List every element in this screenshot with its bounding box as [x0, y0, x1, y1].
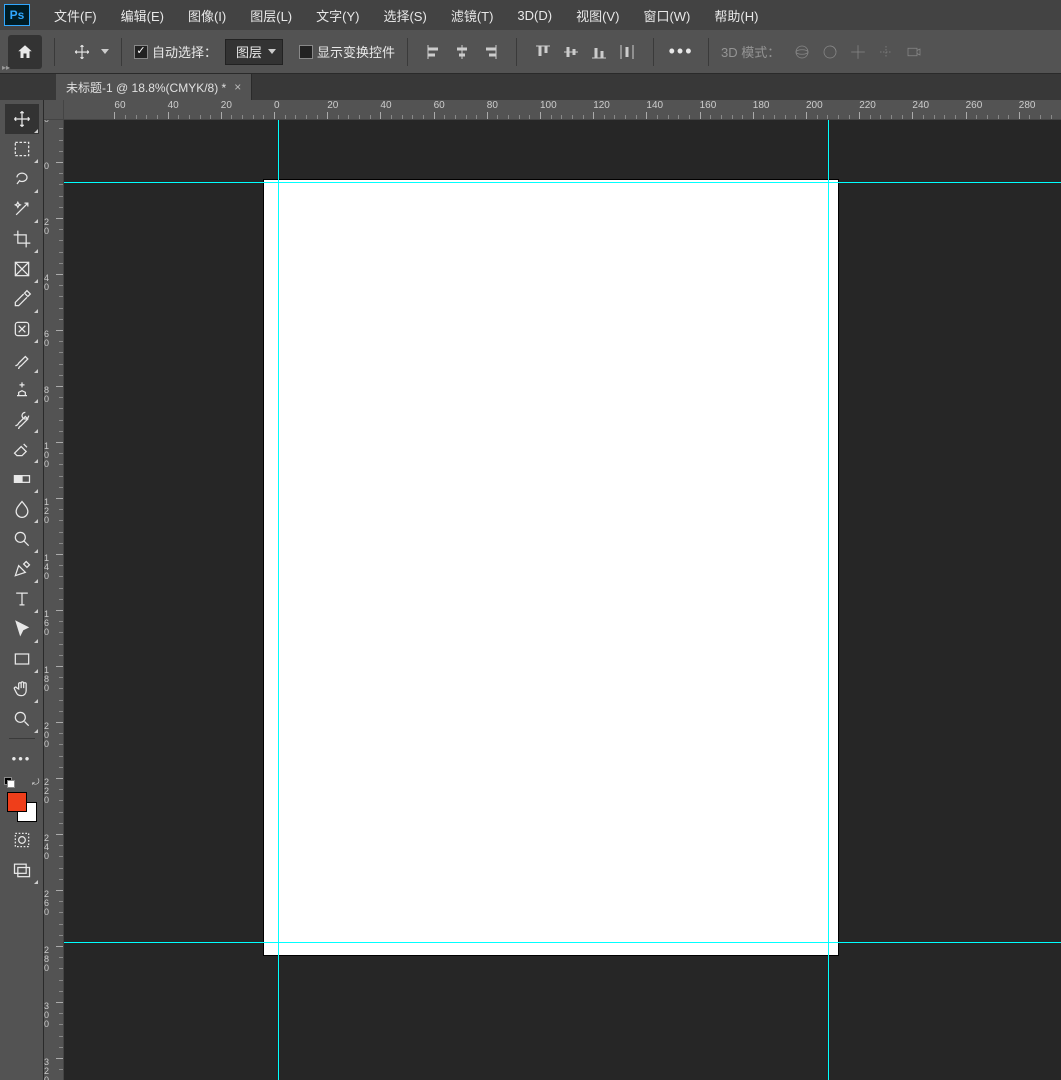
- move-tool-preset[interactable]: [67, 37, 97, 67]
- dodge-tool[interactable]: [5, 524, 39, 554]
- options-bar: 自动选择： 图层 显示变换控件 ••• 3D 模式：: [0, 30, 1061, 74]
- align-bottom-button[interactable]: [585, 38, 613, 66]
- align-vcenter-button[interactable]: [557, 38, 585, 66]
- guide-vertical[interactable]: [278, 120, 279, 1080]
- orbit-3d-button[interactable]: [788, 38, 816, 66]
- menu-item[interactable]: 文件(F): [42, 2, 109, 29]
- show-transform-check[interactable]: 显示变换控件: [299, 42, 395, 61]
- toolbox: ••• ⤾: [0, 100, 44, 1080]
- canvas-viewport[interactable]: [64, 120, 1061, 1080]
- guide-horizontal[interactable]: [64, 182, 1061, 183]
- divider: [9, 738, 35, 739]
- brush-tool[interactable]: [5, 344, 39, 374]
- menu-item[interactable]: 文字(Y): [304, 2, 371, 29]
- roll-3d-button[interactable]: [816, 38, 844, 66]
- artboard[interactable]: [264, 180, 838, 955]
- document-tab-title: 未标题-1 @ 18.8%(CMYK/8) *: [66, 79, 226, 96]
- guide-vertical[interactable]: [828, 120, 829, 1080]
- auto-select-check[interactable]: 自动选择：: [134, 42, 217, 61]
- move-tool[interactable]: [5, 104, 39, 134]
- auto-select-label: 自动选择：: [152, 42, 217, 61]
- document-tab[interactable]: 未标题-1 @ 18.8%(CMYK/8) * ×: [56, 74, 252, 100]
- crop-tool[interactable]: [5, 224, 39, 254]
- swap-colors-button[interactable]: ⤾: [32, 777, 40, 788]
- distribute-button[interactable]: [613, 38, 641, 66]
- healing-brush-tool[interactable]: [5, 314, 39, 344]
- guide-horizontal[interactable]: [64, 942, 1061, 943]
- marquee-tool[interactable]: [5, 134, 39, 164]
- show-transform-label: 显示变换控件: [317, 42, 395, 61]
- align-top-button[interactable]: [529, 38, 557, 66]
- menu-item[interactable]: 帮助(H): [702, 2, 770, 29]
- gradient-tool[interactable]: [5, 464, 39, 494]
- menu-item[interactable]: 图层(L): [238, 2, 304, 29]
- magic-wand-tool[interactable]: [5, 194, 39, 224]
- checkbox-icon: [134, 45, 148, 59]
- align-hcenter-button[interactable]: [448, 38, 476, 66]
- divider: [653, 38, 654, 66]
- slide-3d-button[interactable]: [872, 38, 900, 66]
- screen-mode-button[interactable]: [5, 855, 39, 885]
- divider: [708, 38, 709, 66]
- vertical-ruler[interactable]: 2002040608010012014016018020022024026028…: [44, 120, 64, 1080]
- eyedropper-tool[interactable]: [5, 284, 39, 314]
- ruler-origin[interactable]: [44, 100, 64, 120]
- divider: [516, 38, 517, 66]
- checkbox-icon: [299, 45, 313, 59]
- divider: [407, 38, 408, 66]
- menu-item[interactable]: 滤镜(T): [439, 2, 506, 29]
- menubar: Ps 文件(F)编辑(E)图像(I)图层(L)文字(Y)选择(S)滤镜(T)3D…: [0, 0, 1061, 30]
- quick-mask-button[interactable]: [5, 825, 39, 855]
- pan-3d-button[interactable]: [844, 38, 872, 66]
- home-button[interactable]: [8, 35, 42, 69]
- menu-item[interactable]: 编辑(E): [109, 2, 176, 29]
- chevron-down-icon: [268, 49, 276, 54]
- 3d-mode-label: 3D 模式：: [721, 42, 780, 61]
- close-icon[interactable]: ×: [234, 80, 241, 94]
- app-logo[interactable]: Ps: [4, 4, 30, 26]
- default-colors-button[interactable]: [4, 777, 16, 787]
- menu-item[interactable]: 3D(D): [505, 4, 564, 27]
- eraser-tool[interactable]: [5, 434, 39, 464]
- clone-stamp-tool[interactable]: [5, 374, 39, 404]
- menu-item[interactable]: 选择(S): [371, 2, 438, 29]
- document-tabbar: ▸▸ 未标题-1 @ 18.8%(CMYK/8) * ×: [0, 74, 1061, 100]
- color-swatch[interactable]: [6, 791, 38, 823]
- horizontal-ruler[interactable]: 6040200204060801001201401601802002202402…: [64, 100, 1061, 120]
- edit-toolbar-button[interactable]: •••: [5, 743, 39, 773]
- align-left-button[interactable]: [420, 38, 448, 66]
- history-brush-tool[interactable]: [5, 404, 39, 434]
- blur-tool[interactable]: [5, 494, 39, 524]
- align-group-edges: [420, 38, 504, 66]
- lasso-tool[interactable]: [5, 164, 39, 194]
- menu-item[interactable]: 视图(V): [564, 2, 631, 29]
- foreground-color[interactable]: [7, 792, 27, 812]
- 3d-mode-group: [788, 38, 928, 66]
- chevron-down-icon[interactable]: [101, 49, 109, 54]
- menu-item[interactable]: 窗口(W): [631, 2, 702, 29]
- camera-3d-button[interactable]: [900, 38, 928, 66]
- canvas-stage: 6040200204060801001201401601802002202402…: [44, 100, 1061, 1080]
- type-tool[interactable]: [5, 584, 39, 614]
- rectangle-tool[interactable]: [5, 644, 39, 674]
- path-select-tool[interactable]: [5, 614, 39, 644]
- more-options-button[interactable]: •••: [666, 37, 696, 67]
- divider: [121, 38, 122, 66]
- auto-select-target-dropdown[interactable]: 图层: [225, 39, 283, 65]
- menu-item[interactable]: 图像(I): [176, 2, 238, 29]
- divider: [54, 38, 55, 66]
- hand-tool[interactable]: [5, 674, 39, 704]
- align-group-vert: [529, 38, 641, 66]
- align-right-button[interactable]: [476, 38, 504, 66]
- frame-tool[interactable]: [5, 254, 39, 284]
- pen-tool[interactable]: [5, 554, 39, 584]
- zoom-tool[interactable]: [5, 704, 39, 734]
